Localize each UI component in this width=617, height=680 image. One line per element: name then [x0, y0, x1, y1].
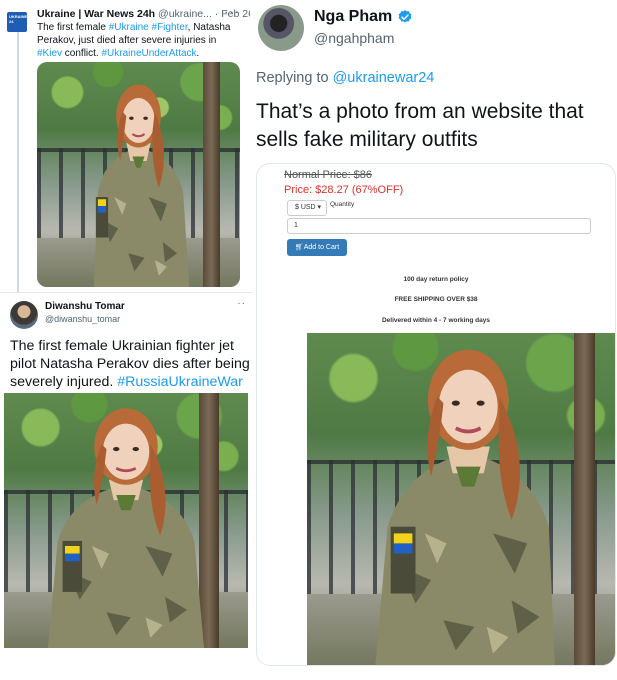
- tweet-text: The first female #Ukraine #Fighter, Nata…: [37, 21, 242, 60]
- free-shipping-note: FREE SHIPPING OVER $38: [394, 296, 478, 303]
- currency-select[interactable]: $ USD ▾: [287, 200, 327, 216]
- avatar-logo-text: UKRAINE 24: [9, 14, 27, 24]
- woman-in-camouflage-uniform: [47, 408, 205, 648]
- tweet-text-segment: conflict.: [62, 48, 102, 59]
- embedded-tweet-ukraine-war-news[interactable]: UKRAINE 24 Ukraine | War News 24h @ukrai…: [0, 0, 250, 292]
- tweet-photo[interactable]: [4, 393, 248, 648]
- account-name[interactable]: Ukraine | War News 24h: [37, 8, 155, 20]
- quantity-label: Quantity: [330, 201, 355, 208]
- tweet-nga-pham[interactable]: Nga Pham @ngahpham Replying to @ukrainew…: [252, 0, 617, 680]
- replying-to-link[interactable]: @ukrainewar24: [333, 70, 435, 86]
- tweet-photo[interactable]: [37, 62, 240, 287]
- normal-price: Normal Price: $86: [284, 169, 373, 181]
- woman-in-camouflage-uniform: [93, 84, 190, 287]
- woman-in-camouflage-uniform: [375, 349, 555, 665]
- return-policy: 100 day return policy: [403, 276, 469, 283]
- account-handle[interactable]: @ngahpham: [314, 30, 394, 46]
- quantity-input[interactable]: 1: [287, 218, 591, 234]
- replying-to: Replying to @ukrainewar24: [256, 70, 434, 86]
- hashtag-link[interactable]: #Ukraine: [109, 22, 149, 33]
- hashtag-link[interactable]: #RussiaUkraineWar: [117, 374, 243, 390]
- avatar[interactable]: [10, 301, 38, 329]
- tweet-text-segment: .: [196, 48, 200, 59]
- product-photo[interactable]: [307, 333, 615, 665]
- tweet-text: The first female Ukrainian fighter jet p…: [10, 337, 250, 391]
- hashtag-link[interactable]: #UkraineUnderAttack: [101, 48, 196, 59]
- hashtag-link[interactable]: #Fighter: [152, 22, 188, 33]
- verified-badge-icon: [398, 10, 412, 23]
- account-name[interactable]: Diwanshu Tomar: [45, 301, 125, 312]
- cart-icon: 🛒︎: [294, 244, 304, 251]
- add-to-cart-label: Add to Cart: [303, 244, 340, 251]
- replying-prefix: Replying to: [256, 70, 333, 86]
- shop-screenshot[interactable]: Normal Price: $86 Price: $28.27 (67%OFF)…: [256, 163, 616, 666]
- header-separator: ·: [211, 8, 222, 20]
- account-avatar[interactable]: UKRAINE 24: [7, 12, 27, 32]
- more-options-icon[interactable]: ··: [237, 298, 246, 309]
- account-handle[interactable]: @ukraine...: [158, 8, 212, 20]
- tweet-diwanshu-tomar[interactable]: Diwanshu Tomar @diwanshu_tomar ·· The fi…: [0, 292, 252, 680]
- account-handle[interactable]: @diwanshu_tomar: [45, 314, 120, 324]
- tweet-text-segment: The first female: [37, 22, 109, 33]
- delivery-note: Delivered within 4 - 7 working days: [381, 317, 490, 324]
- avatar[interactable]: [258, 5, 304, 51]
- thread-line: [17, 30, 19, 292]
- tweet-header: Ukraine | War News 24h @ukraine... · Feb…: [37, 8, 250, 20]
- account-name-row: Nga Pham: [314, 8, 413, 26]
- account-name[interactable]: Nga Pham: [314, 8, 392, 26]
- hashtag-link[interactable]: #Kiev: [37, 48, 62, 59]
- sale-price: Price: $28.27 (67%OFF): [284, 184, 404, 196]
- more-options-icon[interactable]: ···: [224, 4, 240, 19]
- tweet-text: That’s a photo from an website that sell…: [256, 100, 584, 151]
- add-to-cart-button[interactable]: 🛒︎Add to Cart: [287, 239, 347, 256]
